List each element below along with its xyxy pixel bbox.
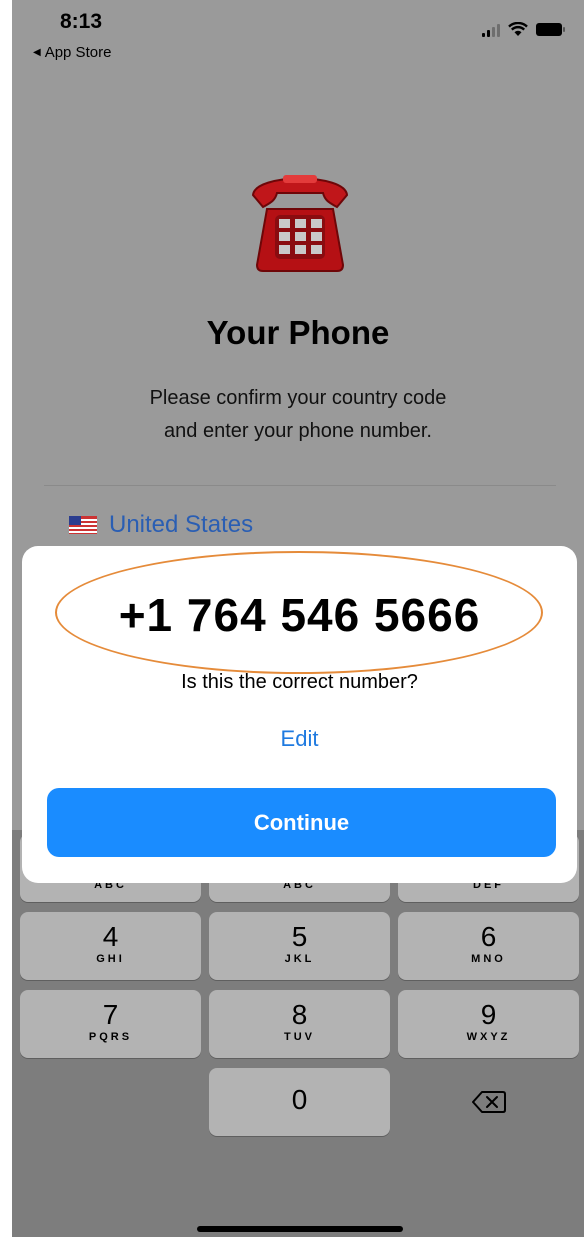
key-8-letters: TUV bbox=[284, 1031, 315, 1043]
key-0[interactable]: 0 bbox=[209, 1068, 390, 1136]
divider bbox=[44, 485, 556, 486]
delete-key[interactable] bbox=[398, 1068, 579, 1136]
backspace-icon bbox=[471, 1091, 506, 1113]
signal-icon bbox=[482, 23, 500, 37]
app-screen: 8:13 ◀ App Store Your Phone Please confi… bbox=[12, 0, 584, 1237]
key-5-digit: 5 bbox=[291, 921, 308, 952]
key-7[interactable]: 7 PQRS bbox=[20, 990, 201, 1058]
key-4-digit: 4 bbox=[102, 921, 119, 952]
key-6-digit: 6 bbox=[480, 921, 497, 952]
edit-button[interactable]: Edit bbox=[22, 726, 577, 752]
wifi-icon bbox=[508, 22, 528, 36]
numeric-keypad: ABC ABC DEF 4 GHI 5 JKL 6 MNO 7 PQRS 8 T… bbox=[12, 830, 584, 1237]
us-flag-icon bbox=[69, 516, 97, 534]
subtitle-line-1: Please confirm your country code bbox=[149, 387, 447, 409]
key-0-digit: 0 bbox=[291, 1084, 308, 1115]
confirm-question: Is this the correct number? bbox=[181, 671, 418, 693]
telephone-icon bbox=[251, 175, 349, 272]
screen-border bbox=[0, 0, 12, 1237]
home-indicator[interactable] bbox=[197, 1226, 403, 1232]
key-5-letters: JKL bbox=[284, 953, 315, 965]
page-title: Your Phone bbox=[206, 314, 390, 351]
battery-icon bbox=[536, 23, 565, 36]
key-9[interactable]: 9 WXYZ bbox=[398, 990, 579, 1058]
key-6[interactable]: 6 MNO bbox=[398, 912, 579, 980]
status-icons bbox=[482, 22, 565, 37]
country-name: United States bbox=[109, 511, 254, 538]
continue-button[interactable]: Continue bbox=[47, 788, 556, 857]
key-5[interactable]: 5 JKL bbox=[209, 912, 390, 980]
subtitle-line-2: and enter your phone number. bbox=[164, 420, 432, 442]
confirmed-phone-number: +1 764 546 5666 bbox=[118, 589, 481, 641]
key-4[interactable]: 4 GHI bbox=[20, 912, 201, 980]
key-9-letters: WXYZ bbox=[466, 1031, 511, 1043]
back-link-label: App Store bbox=[44, 44, 112, 61]
key-4-letters: GHI bbox=[96, 953, 125, 965]
key-6-letters: MNO bbox=[471, 953, 506, 965]
confirm-number-dialog: +1 764 546 5666 Is this the correct numb… bbox=[22, 546, 577, 883]
key-7-digit: 7 bbox=[102, 999, 119, 1030]
back-arrow-icon: ◀ bbox=[33, 47, 41, 58]
key-7-letters: PQRS bbox=[88, 1031, 133, 1043]
back-to-app-store-link[interactable]: ◀ App Store bbox=[33, 44, 111, 61]
key-9-digit: 9 bbox=[480, 999, 497, 1030]
country-selector[interactable]: United States bbox=[69, 511, 253, 539]
status-time: 8:13 bbox=[60, 10, 103, 33]
key-8[interactable]: 8 TUV bbox=[209, 990, 390, 1058]
page-subtitle: Please confirm your country code and ent… bbox=[12, 382, 584, 448]
key-8-digit: 8 bbox=[291, 999, 308, 1030]
